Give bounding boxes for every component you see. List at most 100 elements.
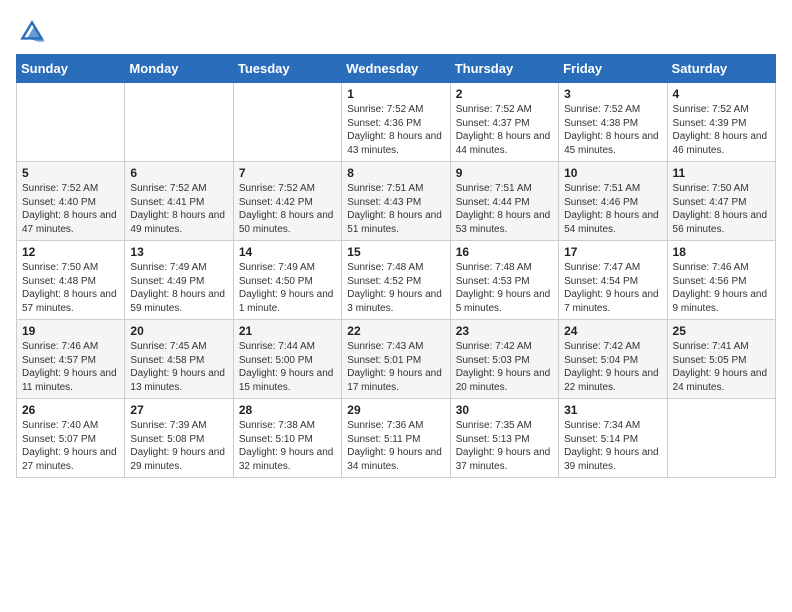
calendar-cell: 26 Sunrise: 7:40 AM Sunset: 5:07 PM Dayli… xyxy=(17,399,125,478)
calendar-cell: 14 Sunrise: 7:49 AM Sunset: 4:50 PM Dayli… xyxy=(233,241,341,320)
week-row-3: 19Sunrise: 7:46 AM Sunset: 4:57 PM Dayli… xyxy=(17,320,776,399)
calendar-cell: 5Sunrise: 7:52 AM Sunset: 4:40 PM Daylig… xyxy=(17,162,125,241)
day-number: 12 xyxy=(22,245,119,259)
weekday-header-thursday: Thursday xyxy=(450,55,558,83)
calendar-cell: 17 Sunrise: 7:47 AM Sunset: 4:54 PM Dayli… xyxy=(559,241,667,320)
calendar-cell xyxy=(233,83,341,162)
calendar-cell: 12 Sunrise: 7:50 AM Sunset: 4:48 PM Dayli… xyxy=(17,241,125,320)
page-container: SundayMondayTuesdayWednesdayThursdayFrid… xyxy=(0,0,792,488)
day-number: 7 xyxy=(239,166,336,180)
day-info: Sunrise: 7:35 AM Sunset: 5:13 PM Dayligh… xyxy=(456,419,553,473)
day-info: Sunrise: 7:52 AM Sunset: 4:38 PM Dayligh… xyxy=(564,103,661,157)
day-number: 17 xyxy=(564,245,661,259)
day-number: 30 xyxy=(456,403,553,417)
calendar-cell: 10 Sunrise: 7:51 AM Sunset: 4:46 PM Dayli… xyxy=(559,162,667,241)
calendar-cell: 13 Sunrise: 7:49 AM Sunset: 4:49 PM Dayli… xyxy=(125,241,233,320)
day-info: Sunrise: 7:52 AM Sunset: 4:37 PM Dayligh… xyxy=(456,103,553,157)
day-number: 10 xyxy=(564,166,661,180)
calendar-cell: 7Sunrise: 7:52 AM Sunset: 4:42 PM Daylig… xyxy=(233,162,341,241)
calendar-cell: 16 Sunrise: 7:48 AM Sunset: 4:53 PM Dayli… xyxy=(450,241,558,320)
day-info: Sunrise: 7:50 AM Sunset: 4:47 PM Dayligh… xyxy=(673,182,770,236)
day-info: Sunrise: 7:52 AM Sunset: 4:39 PM Dayligh… xyxy=(673,103,770,157)
day-number: 25 xyxy=(673,324,770,338)
weekday-header-monday: Monday xyxy=(125,55,233,83)
day-info: Sunrise: 7:46 AM Sunset: 4:56 PM Dayligh… xyxy=(673,261,770,315)
day-info: Sunrise: 7:41 AM Sunset: 5:05 PM Dayligh… xyxy=(673,340,770,394)
day-info: Sunrise: 7:51 AM Sunset: 4:46 PM Dayligh… xyxy=(564,182,661,236)
day-number: 27 xyxy=(130,403,227,417)
calendar-cell xyxy=(17,83,125,162)
day-info: Sunrise: 7:48 AM Sunset: 4:52 PM Dayligh… xyxy=(347,261,444,315)
day-info: Sunrise: 7:51 AM Sunset: 4:44 PM Dayligh… xyxy=(456,182,553,236)
day-number: 19 xyxy=(22,324,119,338)
weekday-header-sunday: Sunday xyxy=(17,55,125,83)
calendar-cell: 3 Sunrise: 7:52 AM Sunset: 4:38 PM Daylig… xyxy=(559,83,667,162)
weekday-header-row: SundayMondayTuesdayWednesdayThursdayFrid… xyxy=(17,55,776,83)
day-number: 31 xyxy=(564,403,661,417)
header xyxy=(16,16,776,48)
day-number: 3 xyxy=(564,87,661,101)
weekday-header-tuesday: Tuesday xyxy=(233,55,341,83)
day-number: 26 xyxy=(22,403,119,417)
day-number: 29 xyxy=(347,403,444,417)
day-info: Sunrise: 7:39 AM Sunset: 5:08 PM Dayligh… xyxy=(130,419,227,473)
day-number: 16 xyxy=(456,245,553,259)
calendar-cell: 21Sunrise: 7:44 AM Sunset: 5:00 PM Dayli… xyxy=(233,320,341,399)
day-number: 13 xyxy=(130,245,227,259)
day-info: Sunrise: 7:43 AM Sunset: 5:01 PM Dayligh… xyxy=(347,340,444,394)
calendar-cell: 23Sunrise: 7:42 AM Sunset: 5:03 PM Dayli… xyxy=(450,320,558,399)
calendar-cell: 20Sunrise: 7:45 AM Sunset: 4:58 PM Dayli… xyxy=(125,320,233,399)
calendar-cell: 18 Sunrise: 7:46 AM Sunset: 4:56 PM Dayli… xyxy=(667,241,775,320)
day-number: 2 xyxy=(456,87,553,101)
day-number: 11 xyxy=(673,166,770,180)
day-number: 22 xyxy=(347,324,444,338)
logo-icon xyxy=(16,16,48,48)
calendar-cell: 31 Sunrise: 7:34 AM Sunset: 5:14 PM Dayli… xyxy=(559,399,667,478)
calendar-table: SundayMondayTuesdayWednesdayThursdayFrid… xyxy=(16,54,776,478)
day-number: 4 xyxy=(673,87,770,101)
week-row-1: 5Sunrise: 7:52 AM Sunset: 4:40 PM Daylig… xyxy=(17,162,776,241)
day-info: Sunrise: 7:45 AM Sunset: 4:58 PM Dayligh… xyxy=(130,340,227,394)
calendar-cell: 15 Sunrise: 7:48 AM Sunset: 4:52 PM Dayli… xyxy=(342,241,450,320)
week-row-0: 1 Sunrise: 7:52 AM Sunset: 4:36 PM Daylig… xyxy=(17,83,776,162)
calendar-cell: 11 Sunrise: 7:50 AM Sunset: 4:47 PM Dayli… xyxy=(667,162,775,241)
weekday-header-saturday: Saturday xyxy=(667,55,775,83)
calendar-cell: 4 Sunrise: 7:52 AM Sunset: 4:39 PM Daylig… xyxy=(667,83,775,162)
day-info: Sunrise: 7:47 AM Sunset: 4:54 PM Dayligh… xyxy=(564,261,661,315)
day-info: Sunrise: 7:49 AM Sunset: 4:50 PM Dayligh… xyxy=(239,261,336,315)
day-info: Sunrise: 7:52 AM Sunset: 4:41 PM Dayligh… xyxy=(130,182,227,236)
day-number: 15 xyxy=(347,245,444,259)
day-info: Sunrise: 7:49 AM Sunset: 4:49 PM Dayligh… xyxy=(130,261,227,315)
calendar-cell xyxy=(667,399,775,478)
calendar-cell: 19Sunrise: 7:46 AM Sunset: 4:57 PM Dayli… xyxy=(17,320,125,399)
day-number: 6 xyxy=(130,166,227,180)
calendar-cell: 22 Sunrise: 7:43 AM Sunset: 5:01 PM Dayli… xyxy=(342,320,450,399)
day-info: Sunrise: 7:40 AM Sunset: 5:07 PM Dayligh… xyxy=(22,419,119,473)
day-number: 8 xyxy=(347,166,444,180)
week-row-2: 12 Sunrise: 7:50 AM Sunset: 4:48 PM Dayli… xyxy=(17,241,776,320)
day-info: Sunrise: 7:34 AM Sunset: 5:14 PM Dayligh… xyxy=(564,419,661,473)
day-number: 18 xyxy=(673,245,770,259)
day-info: Sunrise: 7:52 AM Sunset: 4:36 PM Dayligh… xyxy=(347,103,444,157)
weekday-header-friday: Friday xyxy=(559,55,667,83)
day-number: 23 xyxy=(456,324,553,338)
day-number: 9 xyxy=(456,166,553,180)
weekday-header-wednesday: Wednesday xyxy=(342,55,450,83)
day-number: 1 xyxy=(347,87,444,101)
calendar-cell: 28Sunrise: 7:38 AM Sunset: 5:10 PM Dayli… xyxy=(233,399,341,478)
calendar-cell: 6 Sunrise: 7:52 AM Sunset: 4:41 PM Daylig… xyxy=(125,162,233,241)
day-number: 24 xyxy=(564,324,661,338)
calendar-cell: 9 Sunrise: 7:51 AM Sunset: 4:44 PM Daylig… xyxy=(450,162,558,241)
day-info: Sunrise: 7:52 AM Sunset: 4:40 PM Dayligh… xyxy=(22,182,119,236)
calendar-cell: 29 Sunrise: 7:36 AM Sunset: 5:11 PM Dayli… xyxy=(342,399,450,478)
day-info: Sunrise: 7:48 AM Sunset: 4:53 PM Dayligh… xyxy=(456,261,553,315)
day-info: Sunrise: 7:50 AM Sunset: 4:48 PM Dayligh… xyxy=(22,261,119,315)
calendar-cell: 8Sunrise: 7:51 AM Sunset: 4:43 PM Daylig… xyxy=(342,162,450,241)
day-info: Sunrise: 7:36 AM Sunset: 5:11 PM Dayligh… xyxy=(347,419,444,473)
day-number: 14 xyxy=(239,245,336,259)
day-info: Sunrise: 7:42 AM Sunset: 5:04 PM Dayligh… xyxy=(564,340,661,394)
calendar-cell: 30 Sunrise: 7:35 AM Sunset: 5:13 PM Dayli… xyxy=(450,399,558,478)
calendar-cell xyxy=(125,83,233,162)
calendar-cell: 25 Sunrise: 7:41 AM Sunset: 5:05 PM Dayli… xyxy=(667,320,775,399)
week-row-4: 26 Sunrise: 7:40 AM Sunset: 5:07 PM Dayli… xyxy=(17,399,776,478)
